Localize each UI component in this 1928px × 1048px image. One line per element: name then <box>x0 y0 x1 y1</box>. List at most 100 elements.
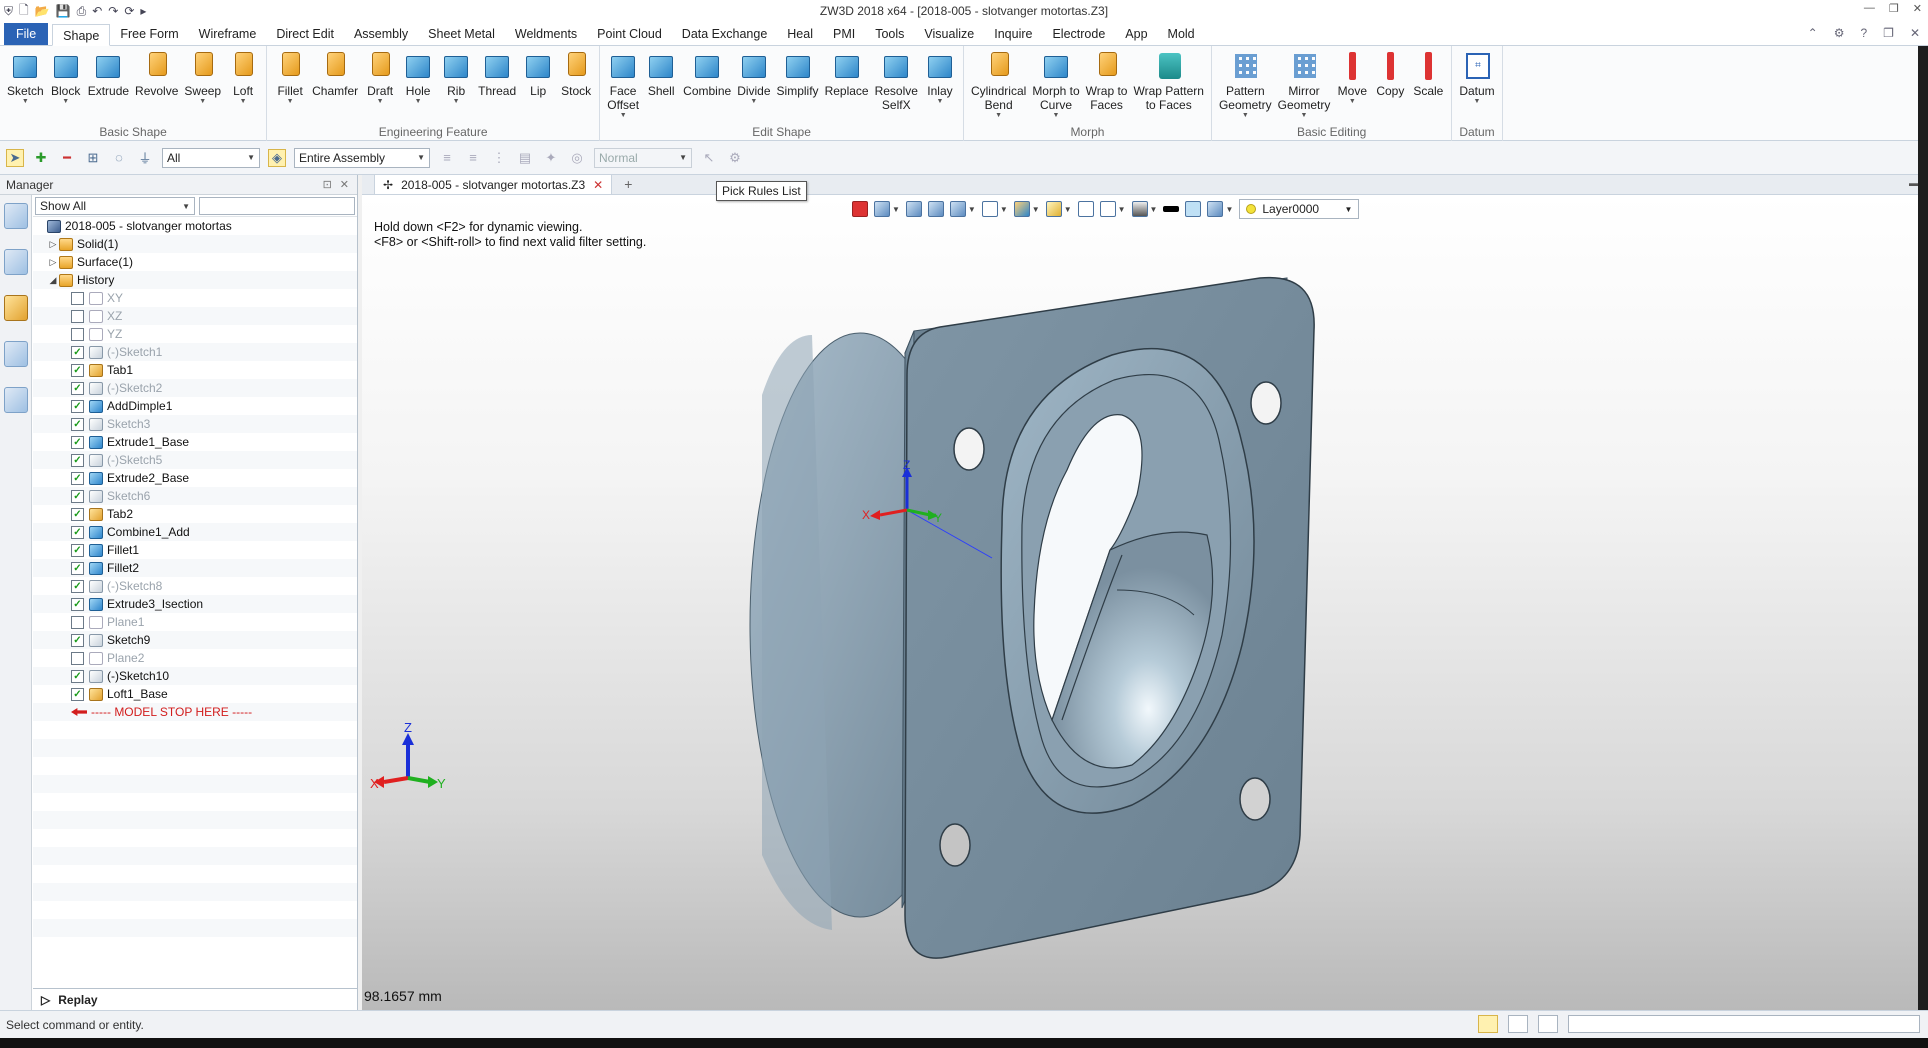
align-center-icon[interactable]: ≡ <box>464 149 482 167</box>
tree-row[interactable]: ✓ (-)Sketch10 <box>33 667 357 685</box>
dropdown-arrow-icon[interactable]: ▼ <box>995 112 1002 120</box>
menu-tab-direct-edit[interactable]: Direct Edit <box>266 23 344 45</box>
menu-tab-point-cloud[interactable]: Point Cloud <box>587 23 672 45</box>
app-logo-icon[interactable]: ⛨ <box>4 4 13 19</box>
visibility-checkbox[interactable]: ✓ <box>71 435 84 449</box>
visibility-checkbox[interactable] <box>71 327 84 341</box>
document-tab[interactable]: ✢ 2018-005 - slotvanger motortas.Z3 ✕ <box>374 174 613 194</box>
tab-menu-icon[interactable]: ▬ <box>1909 178 1918 188</box>
print-icon[interactable]: ⎙ <box>77 4 87 19</box>
settings-icon[interactable]: ⚙ <box>1834 26 1845 40</box>
close-icon[interactable]: ✕ <box>1913 2 1922 15</box>
menu-tab-shape[interactable]: Shape <box>52 24 111 46</box>
model-view[interactable]: Z X Y Z X Y <box>362 195 1918 1010</box>
dropdown-arrow-icon[interactable]: ▼ <box>287 98 294 106</box>
menu-tab-free-form[interactable]: Free Form <box>110 23 188 45</box>
menu-tab-pmi[interactable]: PMI <box>823 23 865 45</box>
monitor-icon[interactable] <box>1508 1015 1528 1033</box>
tree-row[interactable]: ✓ (-)Sketch1 <box>33 343 357 361</box>
menu-tab-assembly[interactable]: Assembly <box>344 23 418 45</box>
visibility-checkbox[interactable] <box>71 651 84 665</box>
expand-replay-icon[interactable]: ▷ <box>41 993 50 1007</box>
tree-row[interactable]: ✓ Loft1_Base <box>33 685 357 703</box>
visual-manager-tab-icon[interactable] <box>3 341 28 367</box>
part-library-tab-icon[interactable] <box>3 295 28 321</box>
tree-row[interactable]: ✓ Sketch6 <box>33 487 357 505</box>
tree-row[interactable]: ✓ AddDimple1 <box>33 397 357 415</box>
visibility-checkbox[interactable]: ✓ <box>71 579 84 593</box>
dropdown-arrow-icon[interactable]: ▼ <box>1301 112 1308 120</box>
visibility-checkbox[interactable]: ✓ <box>71 381 84 395</box>
tree-row[interactable]: Plane1 <box>33 613 357 631</box>
filter-options-icon[interactable]: ⊞ <box>84 149 102 167</box>
tree-row[interactable]: XY <box>33 289 357 307</box>
visibility-checkbox[interactable]: ✓ <box>71 687 84 701</box>
visibility-checkbox[interactable]: ✓ <box>71 633 84 647</box>
tree-row[interactable]: ✓ Tab2 <box>33 505 357 523</box>
dropdown-arrow-icon[interactable]: ▼ <box>936 98 943 106</box>
tree-row[interactable]: ◢ History <box>33 271 357 289</box>
list-icon[interactable] <box>1538 1015 1558 1033</box>
new-tab-icon[interactable]: + <box>624 174 632 194</box>
tree-row[interactable]: 2018-005 - slotvanger motortas <box>33 217 357 235</box>
tree-row[interactable]: ----- MODEL STOP HERE ----- <box>33 703 357 721</box>
dropdown-arrow-icon[interactable]: ▼ <box>240 98 247 106</box>
tree-row[interactable]: ✓ Sketch9 <box>33 631 357 649</box>
distribute-icon[interactable]: ⋮ <box>490 149 508 167</box>
tree-row[interactable]: ✓ Extrude1_Base <box>33 433 357 451</box>
tree-row[interactable]: ▷ Solid(1) <box>33 235 357 253</box>
visibility-checkbox[interactable]: ✓ <box>71 597 84 611</box>
menu-tab-inquire[interactable]: Inquire <box>984 23 1042 45</box>
expand-toggle-icon[interactable]: ◢ <box>47 275 59 286</box>
dropdown-arrow-icon[interactable]: ▼ <box>1053 112 1060 120</box>
dropdown-arrow-icon[interactable]: ▼ <box>453 98 460 106</box>
dropdown-arrow-icon[interactable]: ▼ <box>415 98 422 106</box>
visibility-checkbox[interactable] <box>71 615 84 629</box>
menu-tab-weldments[interactable]: Weldments <box>505 23 587 45</box>
menu-tab-file[interactable]: File <box>4 23 49 45</box>
visibility-checkbox[interactable]: ✓ <box>71 507 84 521</box>
mode-select[interactable]: Normal ▼ <box>594 147 692 168</box>
visibility-checkbox[interactable] <box>71 291 84 305</box>
tree-row[interactable]: ✓ (-)Sketch5 <box>33 451 357 469</box>
pick-arrow-icon[interactable]: ➤ <box>6 148 24 167</box>
add-icon[interactable]: ✚ <box>32 149 50 167</box>
replay-section[interactable]: ▷ Replay <box>33 988 357 1010</box>
filter-select[interactable]: All ▼ <box>162 147 260 168</box>
dropdown-arrow-icon[interactable]: ▼ <box>1242 112 1249 120</box>
visibility-checkbox[interactable]: ✓ <box>71 669 84 683</box>
restore-doc-icon[interactable]: ❐ <box>1883 26 1894 40</box>
open-folder-icon[interactable]: 📂 <box>35 4 50 18</box>
save-icon[interactable]: 💾 <box>56 4 71 18</box>
tree-row[interactable]: ✓ (-)Sketch8 <box>33 577 357 595</box>
dropdown-arrow-icon[interactable]: ▼ <box>22 98 29 106</box>
tree-row[interactable]: ✓ Tab1 <box>33 361 357 379</box>
minimize-icon[interactable]: — <box>1864 2 1875 15</box>
dropdown-arrow-icon[interactable]: ▼ <box>377 98 384 106</box>
help-icon[interactable]: ? <box>1860 26 1867 40</box>
menu-tab-sheet-metal[interactable]: Sheet Metal <box>418 23 505 45</box>
dropdown-arrow-icon[interactable]: ▼ <box>1349 98 1356 106</box>
tree-filter-select[interactable]: Show All ▼ <box>35 197 195 215</box>
pick-rules-icon[interactable]: ↖ <box>700 149 718 167</box>
rules-settings-icon[interactable]: ⚙ <box>726 149 744 167</box>
play-icon[interactable]: ▸ <box>140 4 146 18</box>
align-left-icon[interactable]: ≡ <box>438 149 456 167</box>
redo-icon[interactable]: ↷ <box>108 4 118 18</box>
pin-tab-icon[interactable]: ✢ <box>383 178 393 192</box>
tree-row[interactable]: ✓ Sketch3 <box>33 415 357 433</box>
visibility-checkbox[interactable]: ✓ <box>71 543 84 557</box>
visibility-checkbox[interactable]: ✓ <box>71 561 84 575</box>
visibility-checkbox[interactable]: ✓ <box>71 417 84 431</box>
menu-tab-heal[interactable]: Heal <box>777 23 823 45</box>
dropdown-arrow-icon[interactable]: ▼ <box>199 98 206 106</box>
filter-icon[interactable]: ⏚ <box>136 149 154 167</box>
graphics-viewport[interactable]: ▼ ▼ ▼ ▼ ▼ ▼ ▼ ▼ Layer0000 ▼ Hold down <F… <box>362 195 1918 1010</box>
mode-icon[interactable]: ◎ <box>568 149 586 167</box>
expand-toggle-icon[interactable]: ▷ <box>47 239 59 250</box>
restore-icon[interactable]: ❐ <box>1889 2 1899 15</box>
dropdown-arrow-icon[interactable]: ▼ <box>62 98 69 106</box>
tree-row[interactable]: Plane2 <box>33 649 357 667</box>
tree-row[interactable]: YZ <box>33 325 357 343</box>
menu-tab-tools[interactable]: Tools <box>865 23 914 45</box>
